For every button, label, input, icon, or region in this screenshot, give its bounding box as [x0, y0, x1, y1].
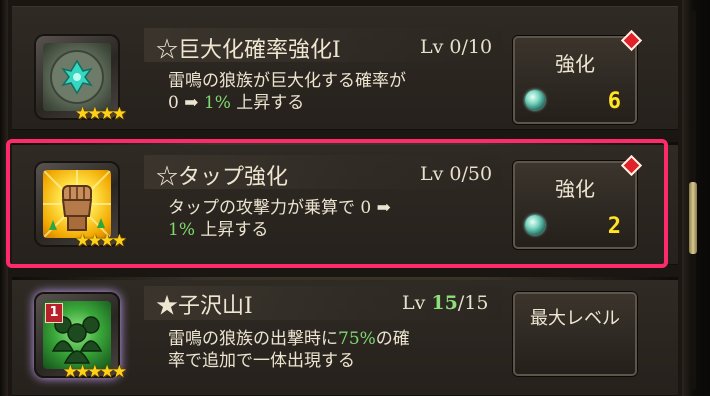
wolf-pack-icon: 1	[43, 301, 111, 369]
rune-stone-icon	[43, 43, 111, 111]
selected-row-highlight	[6, 139, 668, 268]
upgrade-button[interactable]: 強化 6	[513, 29, 643, 124]
skill-description-line2: 率で追加で一体出現する	[168, 351, 355, 371]
desc-text: 雷鳴の狼族の出撃時に	[168, 329, 338, 349]
upgrade-button-label: 強化	[555, 52, 595, 76]
max-level-label: 最大レベル	[530, 308, 620, 329]
skill-row-many-children: 1 ★★★★★ ★子沢山I Lv 15/15 雷鳴の狼族の出撃時に75%の確 率…	[12, 277, 678, 396]
skill-level: Lv 0/10	[420, 36, 493, 58]
max-level-button[interactable]: 最大レベル	[513, 292, 637, 376]
skill-description-line2: 0 ➡ 1% 上昇する	[168, 92, 304, 114]
value-suffix: 上昇する	[230, 93, 305, 113]
skill-level: Lv 15/15	[402, 292, 488, 314]
chance-value: 75%	[338, 329, 376, 349]
desc-text-suffix: の確	[375, 329, 410, 349]
skill-description-line1: 雷鳴の狼族が巨大化する確率が	[168, 71, 406, 91]
upgrade-cost: 6	[607, 89, 621, 114]
skill-icon-frame[interactable]: ★★★★	[34, 34, 127, 124]
value-to: 1%	[203, 93, 231, 113]
rarity-stars: ★★★★★	[62, 362, 127, 382]
value-from: 0 ➡	[168, 93, 204, 113]
level-max: /15	[457, 292, 489, 314]
rank-badge: 1	[45, 303, 63, 323]
skill-title: ★子沢山I	[156, 294, 253, 319]
level-current: 15	[431, 292, 458, 314]
level-label: Lv	[402, 292, 432, 314]
scrollbar-thumb[interactable]	[689, 182, 697, 254]
skill-icon-frame[interactable]: 1 ★★★★★	[34, 292, 127, 382]
skill-title: ☆巨大化確率強化I	[156, 38, 341, 63]
rarity-stars: ★★★★	[75, 104, 127, 124]
skill-row-giant-chance: ★★★★ ☆巨大化確率強化I Lv 0/10 雷鳴の狼族が巨大化する確率が 0 …	[12, 6, 678, 130]
row-divider	[12, 277, 678, 280]
spirit-orb-icon	[525, 90, 545, 110]
skill-description-line1: 雷鳴の狼族の出撃時に75%の確	[168, 328, 410, 350]
